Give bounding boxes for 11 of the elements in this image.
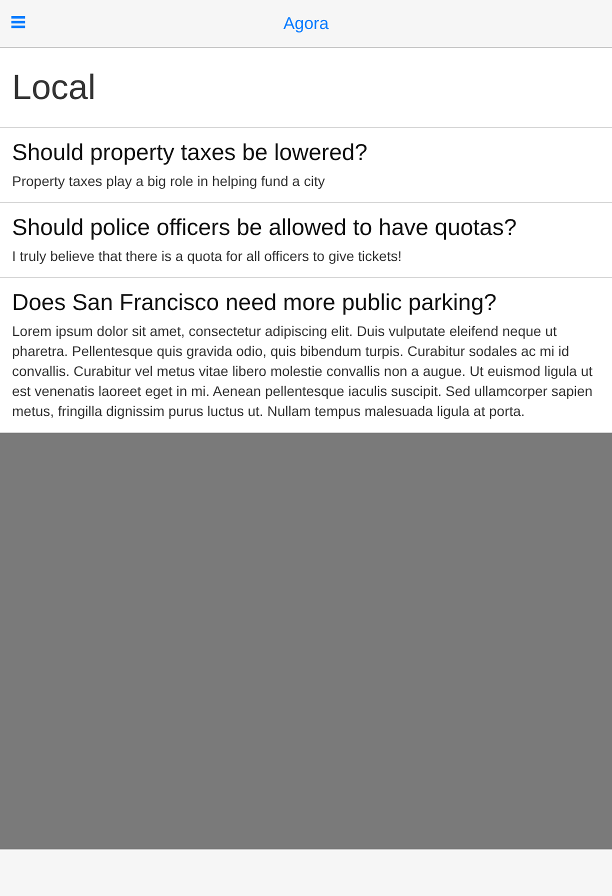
page-heading: Local (12, 68, 96, 108)
app-title: Agora (283, 14, 329, 34)
question-title: Should police officers be allowed to have quotas? (12, 213, 518, 241)
question-summary: Lorem ipsum dolor sit amet, consectetur adipiscing elit. Duis vulputate eleifend neque ut pharetra. Pellentesque quis gravida odio, quis bibendum turpis. Curabitur sodales ac mi id convallis. Curabitur vel metus vitae libero molestie convallis non a augue. Ut euismod ligula ut est venenatis laoreet eget in mi. Aenean pellentesque iaculis suscipit. Sed ullamcorper sapien metus, fringilla dignissim purus luctus ut. Nullam tempus malesuada ligula at porta. (12, 322, 594, 421)
question-item[interactable]: Should property taxes be lowered? Property taxes play a big role in helping fund a city (0, 128, 612, 203)
menu-button[interactable]: ≡ (6, 10, 30, 36)
question-item[interactable]: Should police officers be allowed to have quotas? I truly believe that there is a quota for all officers to give tickets! (0, 203, 612, 278)
question-summary: I truly believe that there is a quota for all officers to give tickets! (12, 247, 403, 266)
question-title: Does San Francisco need more public parking? (12, 288, 498, 316)
question-title: Should property taxes be lowered? (12, 138, 368, 166)
question-summary: Property taxes play a big role in helping fund a city (12, 172, 326, 191)
